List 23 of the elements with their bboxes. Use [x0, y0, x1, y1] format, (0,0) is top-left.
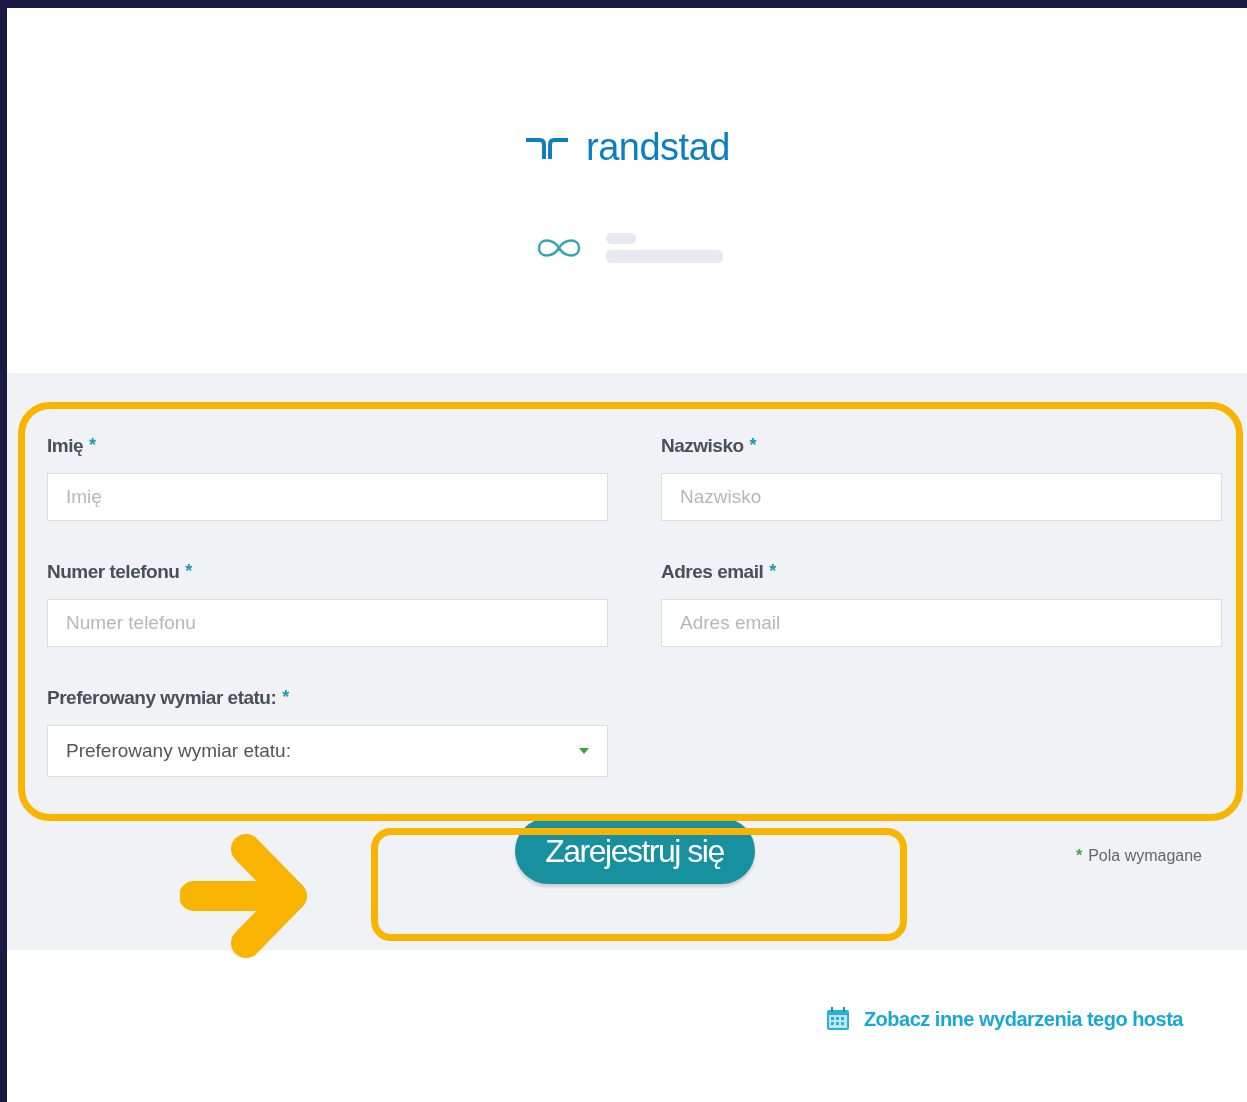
required-mark: * [749, 435, 757, 456]
required-mark: * [282, 687, 290, 708]
field-label: Nazwisko [661, 435, 744, 457]
logo-text: randstad [586, 126, 730, 169]
events-link[interactable]: Zobacz inne wydarzenia tego hosta [863, 1007, 1183, 1031]
field-label: Numer telefonu [47, 561, 180, 583]
field-label: Preferowany wymiar etatu: [47, 687, 277, 709]
input-field[interactable]: Nazwisko [661, 473, 1222, 521]
required-note: Pola wymagane [1088, 847, 1202, 865]
input-field[interactable]: Numer telefonu [47, 599, 608, 647]
required-mark: * [185, 561, 193, 582]
caret-icon [579, 748, 589, 754]
input-field[interactable]: Adres email [661, 599, 1222, 647]
field-label: Adres email [661, 561, 764, 583]
select-field[interactable]: Preferowany wymiar etatu: [47, 725, 608, 777]
required-mark: * [769, 561, 777, 582]
required-mark: * [89, 435, 97, 456]
input-field[interactable]: Imię [47, 473, 608, 521]
field-label: Imię [47, 435, 84, 457]
required-mark: * [1075, 847, 1083, 865]
placeholder-bar [605, 233, 636, 244]
infinity-icon [535, 236, 582, 260]
calendar-icon [825, 1007, 850, 1031]
